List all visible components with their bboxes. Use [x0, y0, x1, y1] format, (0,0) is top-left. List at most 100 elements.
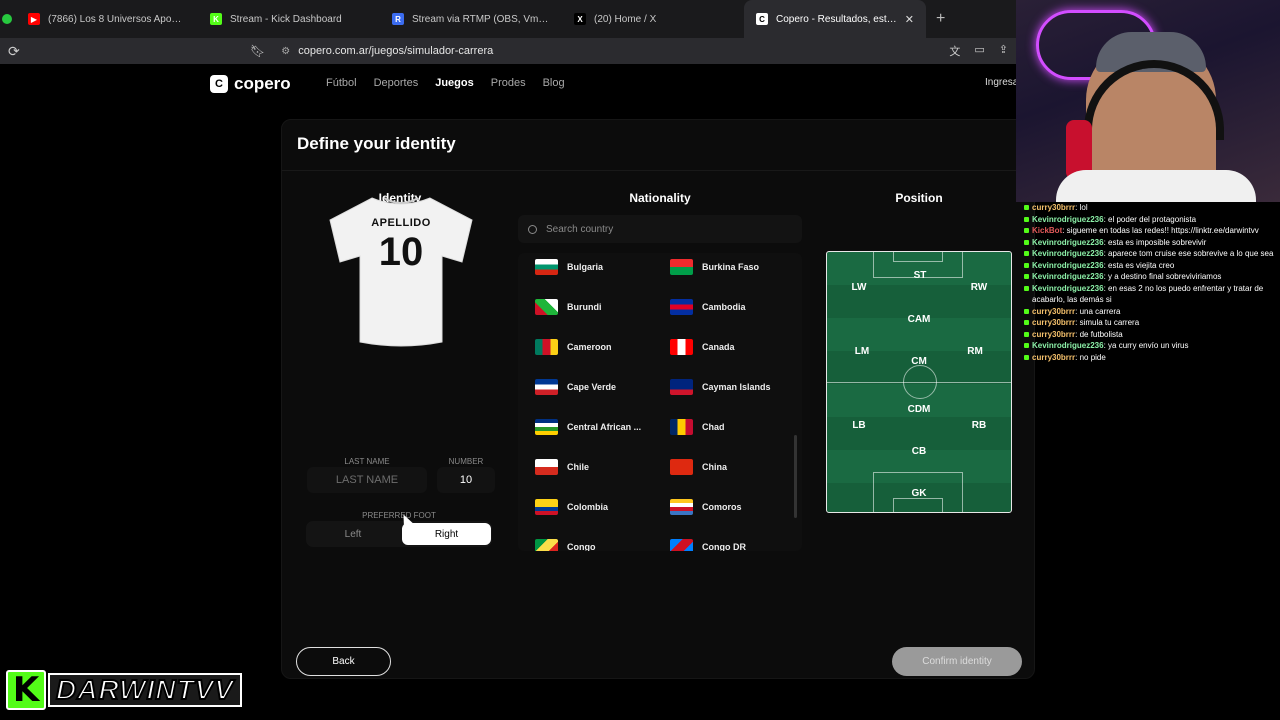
window-control-dot[interactable] — [2, 14, 12, 24]
position-rb[interactable]: RB — [959, 420, 999, 431]
divider — [282, 170, 1034, 171]
position-cam[interactable]: CAM — [899, 314, 939, 325]
nav-link-juegos[interactable]: Juegos — [435, 77, 474, 89]
position-lb[interactable]: LB — [839, 420, 879, 431]
chat-message: KickBot: sigueme en todas las redes!! ht… — [1024, 225, 1274, 237]
url-text[interactable]: copero.com.ar/juegos/simulador-carrera — [298, 45, 493, 57]
country-option[interactable]: Congo DR — [670, 539, 746, 551]
chat-username[interactable]: KickBot — [1032, 226, 1062, 235]
position-rw[interactable]: RW — [959, 282, 999, 293]
chat-username[interactable]: curry30brrr — [1032, 318, 1075, 327]
back-button[interactable]: Back — [296, 647, 391, 676]
chat-message: curry30brrr: simula tu carrera — [1024, 317, 1274, 329]
chat-username[interactable]: Kevinrodriguez236 — [1032, 261, 1104, 270]
browser-tab[interactable]: R Stream via RTMP (OBS, Vmix, Zoom) — [380, 0, 562, 38]
country-list-scrollbar[interactable] — [794, 435, 797, 518]
nav-link-deportes[interactable]: Deportes — [374, 77, 419, 89]
chat-username[interactable]: curry30brrr — [1032, 307, 1075, 316]
chat-badge-icon — [1024, 285, 1029, 291]
chat-username[interactable]: Kevinrodriguez236 — [1032, 238, 1104, 247]
search-icon — [528, 224, 537, 234]
chat-username[interactable]: curry30brrr — [1032, 353, 1075, 362]
country-option[interactable]: Canada — [670, 339, 735, 355]
position-rm[interactable]: RM — [955, 346, 995, 357]
country-option[interactable]: Cambodia — [670, 299, 746, 315]
chat-message: curry30brrr: una carrera — [1024, 306, 1274, 318]
nav-link-fútbol[interactable]: Fútbol — [326, 77, 357, 89]
country-option[interactable]: Cameroon — [535, 339, 612, 355]
last-name-input[interactable]: LAST NAME — [307, 467, 427, 493]
site-nav: C copero Fútbol Deportes Juegos Prodes Blog … — [0, 64, 1018, 104]
position-cdm[interactable]: CDM — [899, 404, 939, 415]
position-lm[interactable]: LM — [842, 346, 882, 357]
chat-username[interactable]: Kevinrodriguez236 — [1032, 284, 1104, 293]
position-cm[interactable]: CM — [899, 356, 939, 367]
chat-username[interactable]: Kevinrodriguez236 — [1032, 272, 1104, 281]
browser-tab[interactable]: K Stream - Kick Dashboard — [198, 0, 380, 38]
confirm-identity-button[interactable]: Confirm identity — [892, 647, 1022, 676]
translate-icon[interactable]: 文 — [949, 43, 960, 59]
country-name: Cayman Islands — [702, 382, 771, 392]
new-tab-icon[interactable]: + — [926, 10, 955, 28]
copero-logo[interactable]: C copero — [210, 74, 291, 94]
tab-label: Stream - Kick Dashboard — [230, 13, 342, 25]
close-tab-icon[interactable]: ✕ — [905, 13, 914, 26]
number-input[interactable]: 10 — [437, 467, 495, 493]
cast-icon[interactable]: ▭ — [974, 43, 984, 59]
chat-username[interactable]: Kevinrodriguez236 — [1032, 215, 1104, 224]
country-name: Colombia — [567, 502, 609, 512]
login-link[interactable]: Ingresa — [985, 77, 1018, 88]
country-name: Burundi — [567, 302, 602, 312]
browser-tab[interactable]: ▶ (7866) Los 8 Universos Apocalípticos — [16, 0, 198, 38]
browser-tab[interactable]: C Copero - Resultados, estadísticas ✕ — [744, 0, 926, 38]
country-option[interactable]: Burundi — [535, 299, 602, 315]
chat-text: : de futbolista — [1075, 329, 1123, 339]
country-name: Canada — [702, 342, 735, 352]
nav-link-prodes[interactable]: Prodes — [491, 77, 526, 89]
reload-icon[interactable]: ⟳ — [8, 43, 28, 60]
position-pitch: ST LW RW CAM LM CM RM CDM LB RB CB GK — [826, 251, 1012, 513]
chat-badge-icon — [1024, 239, 1029, 245]
country-name: Cameroon — [567, 342, 612, 352]
chat-username[interactable]: curry30brrr — [1032, 203, 1075, 212]
country-option[interactable]: Comoros — [670, 499, 742, 515]
position-st[interactable]: ST — [900, 270, 940, 281]
country-option[interactable]: Burkina Faso — [670, 259, 759, 275]
country-option[interactable]: Cape Verde — [535, 379, 616, 395]
chat-username[interactable]: Kevinrodriguez236 — [1032, 341, 1104, 350]
bookmark-icon[interactable]: 🔖︎ — [250, 44, 265, 58]
foot-left-option[interactable]: Left — [306, 521, 400, 547]
country-option[interactable]: Colombia — [535, 499, 608, 515]
country-option[interactable]: China — [670, 459, 727, 475]
country-option[interactable]: Congo — [535, 539, 596, 551]
last-name-label: LAST NAME — [344, 457, 390, 466]
country-option[interactable]: Bulgaria — [535, 259, 603, 275]
flag-icon — [670, 539, 693, 551]
share-icon[interactable]: ⇪ — [999, 43, 1008, 59]
chat-username[interactable]: curry30brrr — [1032, 330, 1075, 339]
flag-icon — [670, 459, 693, 475]
webcam-overlay — [1016, 0, 1280, 202]
chat-message: Kevinrodriguez236: y a destino final sob… — [1024, 271, 1274, 283]
streamer-name: DARWINTVV — [48, 673, 243, 707]
chat-username[interactable]: Kevinrodriguez236 — [1032, 249, 1104, 258]
site-info-icon[interactable]: ⚙ — [281, 46, 290, 57]
address-bar: ⟳ 🔖︎ ⚙ copero.com.ar/juegos/simulador-ca… — [0, 38, 1016, 64]
country-option[interactable]: Cayman Islands — [670, 379, 771, 395]
country-option[interactable]: Central African ... — [535, 419, 641, 435]
chat-badge-icon — [1024, 308, 1029, 314]
top-goal-box — [893, 252, 943, 262]
foot-right-option[interactable]: Right — [402, 523, 491, 545]
country-search-input[interactable]: Search country — [518, 215, 802, 243]
browser-tab[interactable]: X (20) Home / X — [562, 0, 744, 38]
chat-message: curry30brrr: lol — [1024, 202, 1274, 214]
position-cb[interactable]: CB — [899, 446, 939, 457]
chat-text: : el poder del protagonista — [1103, 214, 1197, 224]
country-option[interactable]: Chile — [535, 459, 589, 475]
search-placeholder: Search country — [546, 223, 614, 235]
position-gk[interactable]: GK — [899, 488, 939, 499]
nav-link-blog[interactable]: Blog — [543, 77, 565, 89]
flag-icon — [535, 299, 558, 315]
country-option[interactable]: Chad — [670, 419, 725, 435]
position-lw[interactable]: LW — [839, 282, 879, 293]
